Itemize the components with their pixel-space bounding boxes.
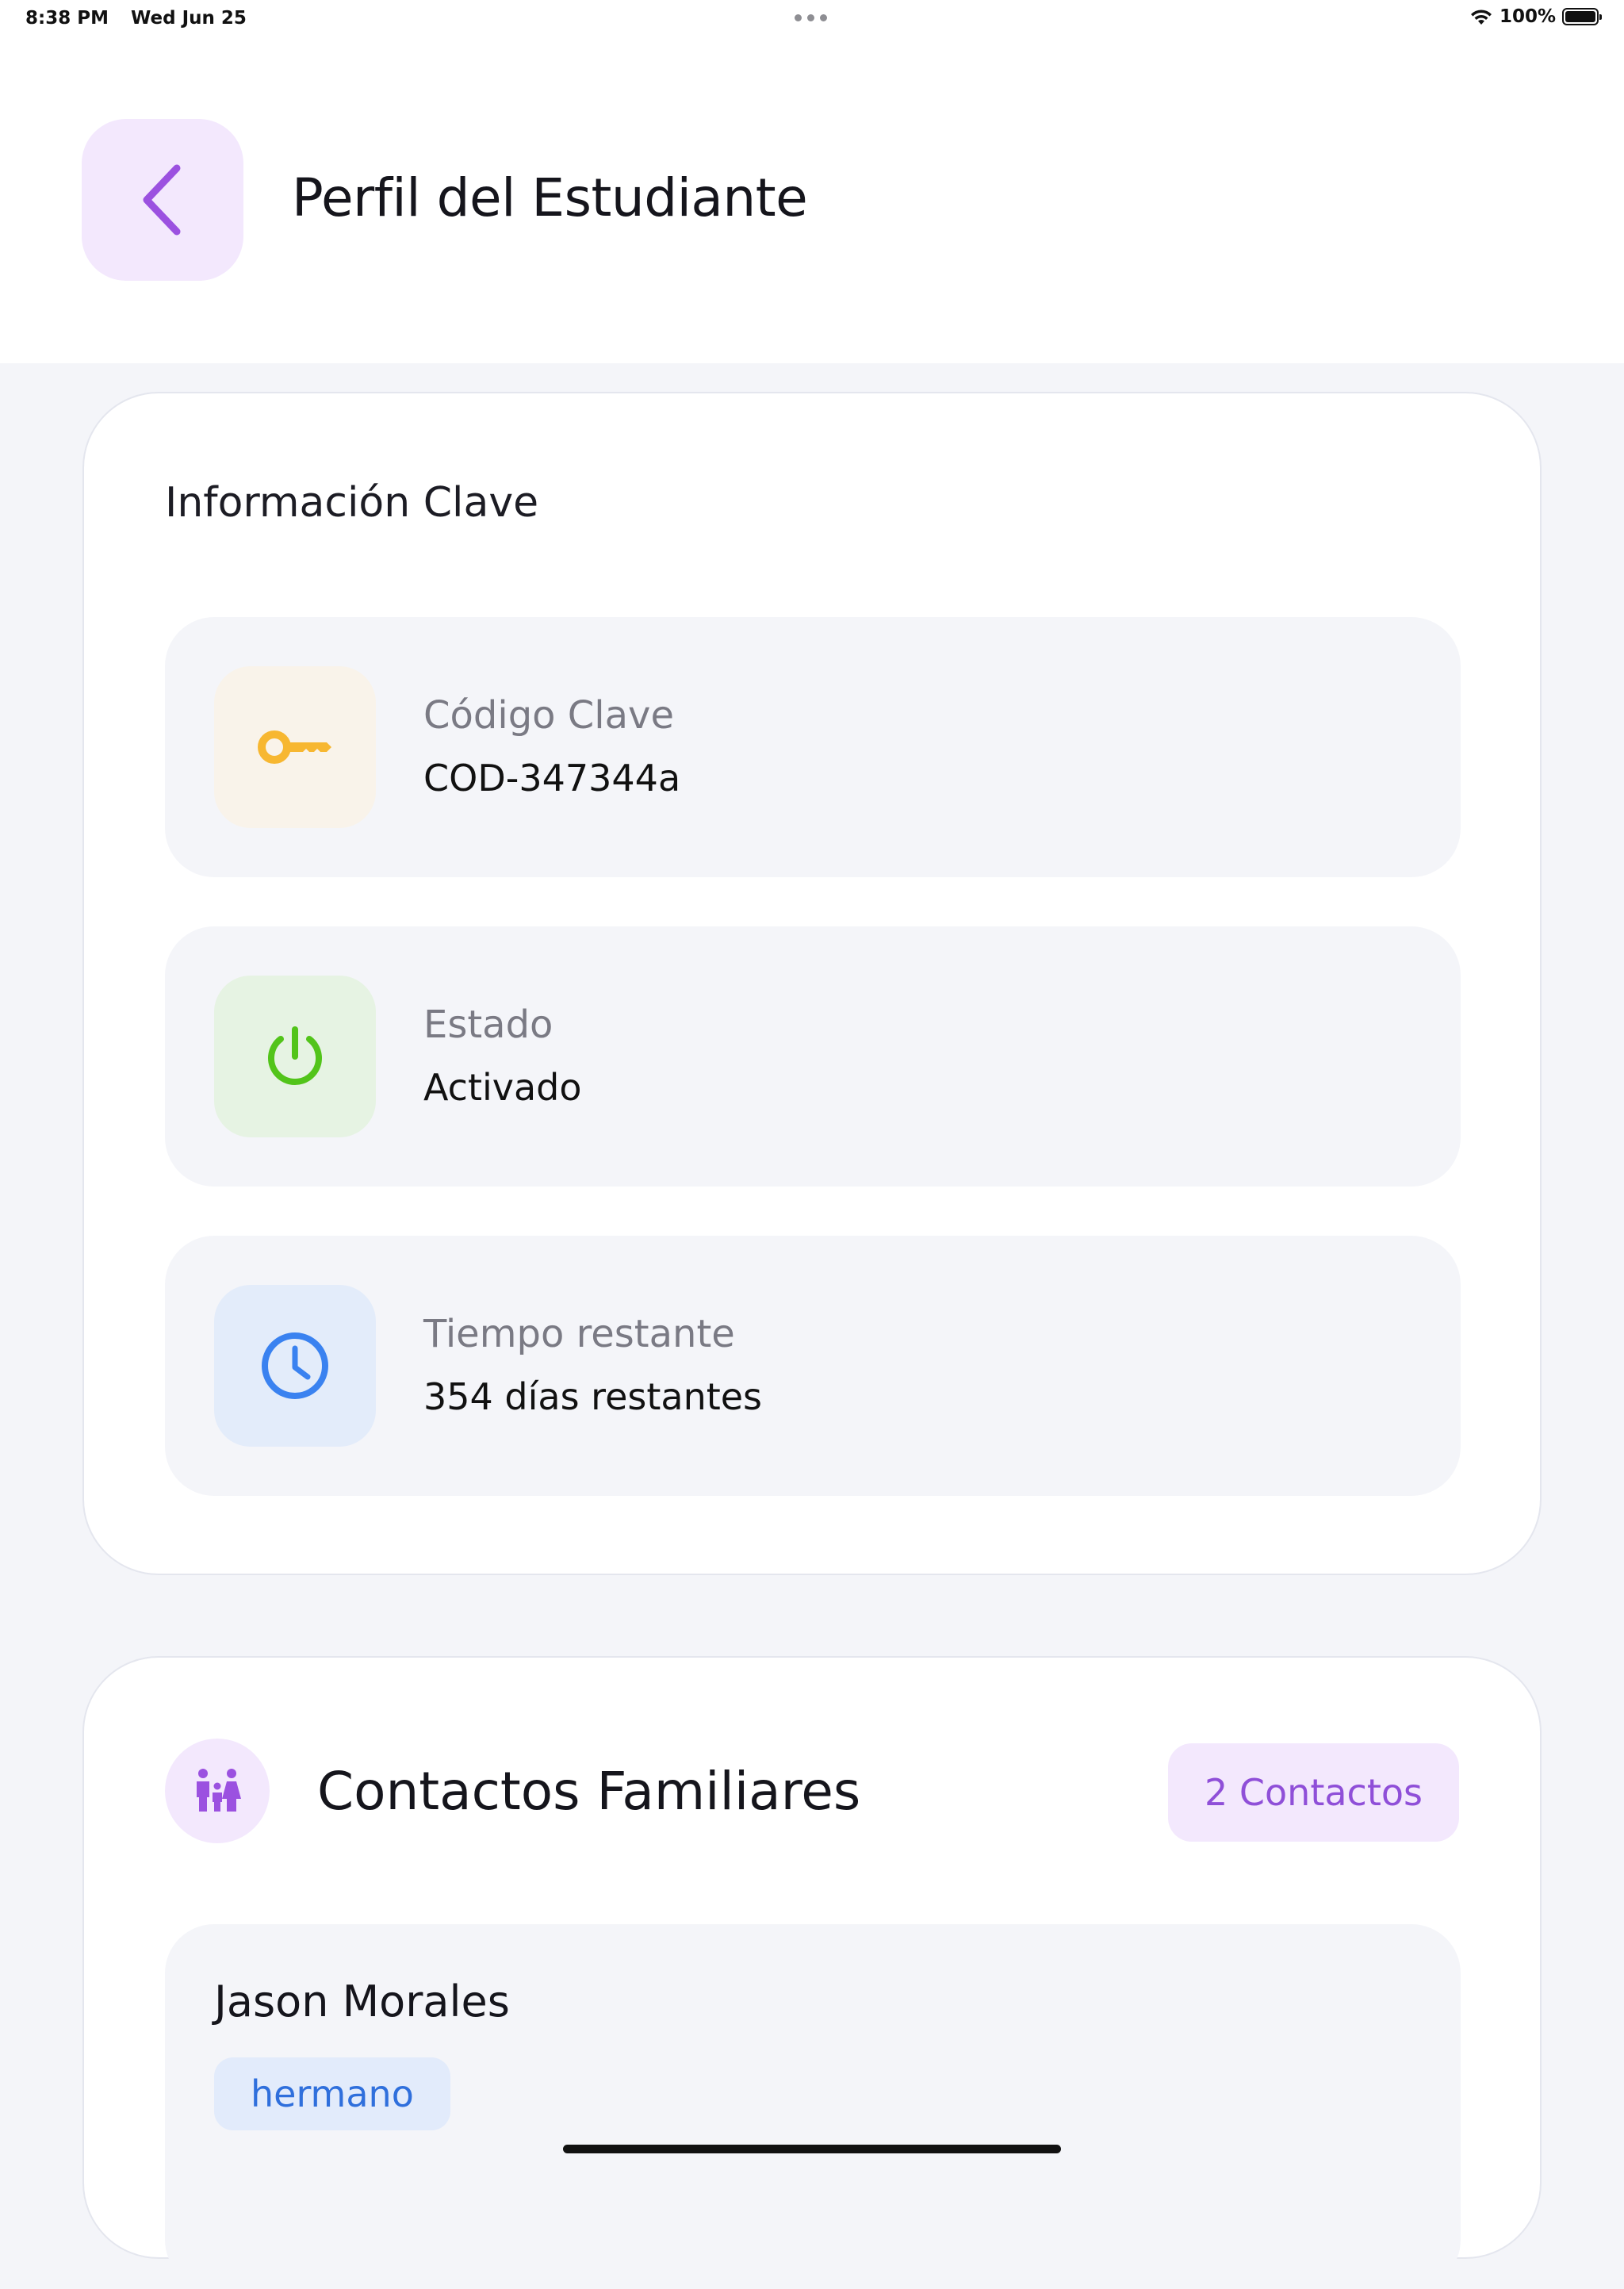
info-value-time: 354 días restantes (423, 1375, 763, 1418)
key-icon (258, 730, 331, 764)
chevron-left-icon (143, 164, 181, 236)
info-row-status: Estado Activado (165, 926, 1461, 1187)
info-row-code: Código Clave COD-347344a (165, 617, 1461, 877)
contacts-count-badge: 2 Contactos (1168, 1743, 1459, 1842)
info-label-code: Código Clave (423, 693, 674, 738)
battery-percentage: 100% (1499, 6, 1556, 27)
key-info-title: Información Clave (165, 479, 539, 527)
family-contacts-card: Contactos Familiares 2 Contactos Jason M… (82, 1656, 1542, 2289)
battery-level-fill (1565, 11, 1595, 22)
wifi-icon (1470, 10, 1492, 25)
status-date: Wed Jun 25 (130, 8, 247, 29)
multitasking-dots-icon[interactable] (795, 14, 827, 21)
power-icon (268, 1026, 322, 1085)
contact-name: Jason Morales (214, 1977, 510, 2026)
info-row-time: Tiempo restante 354 días restantes (165, 1236, 1461, 1496)
clock-icon-tile (214, 1285, 376, 1447)
family-icon (197, 1769, 241, 1812)
status-time: 8:38 PM (25, 8, 109, 29)
page-title: Perfil del Estudiante (292, 167, 808, 228)
family-icon-circle (165, 1739, 270, 1843)
status-indicators: 100% (1469, 6, 1602, 27)
status-time-date: 8:38 PM Wed Jun 25 (25, 8, 262, 29)
contacts-title: Contactos Familiares (317, 1761, 861, 1822)
contact-item[interactable]: Jason Morales hermano (165, 1924, 1461, 2289)
power-icon-tile (214, 976, 376, 1137)
back-button[interactable] (82, 119, 243, 281)
info-value-code: COD-347344a (423, 757, 681, 799)
info-value-status: Activado (423, 1066, 582, 1109)
clock-icon (262, 1332, 328, 1399)
relation-badge: hermano (214, 2057, 450, 2130)
battery-icon (1562, 8, 1602, 25)
key-info-card: Información Clave Código Clave COD-34734… (82, 392, 1542, 1575)
status-bar: 8:38 PM Wed Jun 25 100% (0, 0, 1624, 36)
info-label-status: Estado (423, 1003, 553, 1047)
home-indicator[interactable] (563, 2145, 1061, 2153)
key-icon-tile (214, 666, 376, 828)
info-label-time: Tiempo restante (423, 1312, 735, 1356)
page-header: Perfil del Estudiante (0, 36, 1624, 363)
